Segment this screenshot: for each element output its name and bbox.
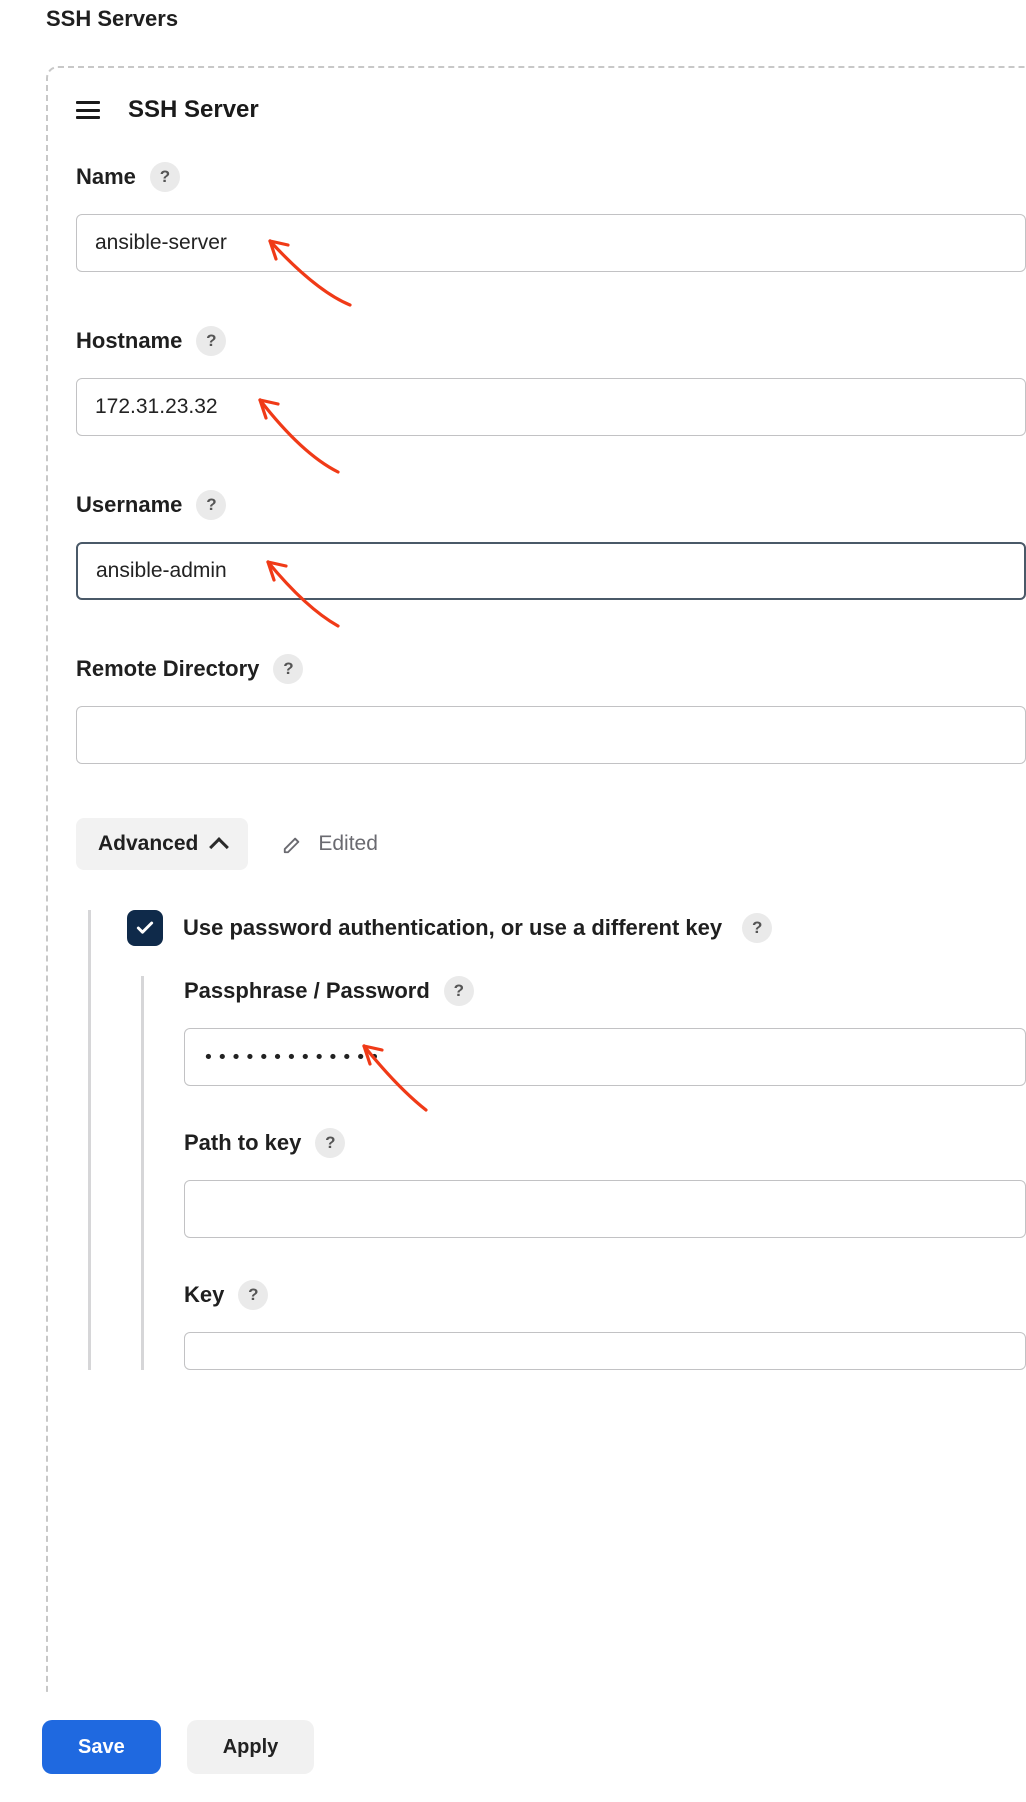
advanced-body: Use password authentication, or use a di… — [88, 910, 1026, 1370]
advanced-row: Advanced Edited — [76, 818, 1026, 870]
ssh-server-panel: SSH Server Name ? Hostname ? Username ? … — [46, 66, 1026, 1802]
name-input[interactable] — [76, 214, 1026, 272]
field-name: Name ? — [76, 162, 1026, 272]
field-hostname: Hostname ? — [76, 326, 1026, 436]
drag-handle-icon[interactable] — [76, 101, 100, 119]
section-title: SSH Servers — [0, 0, 1026, 32]
help-icon[interactable]: ? — [444, 976, 474, 1006]
username-label: Username — [76, 492, 182, 518]
use-password-auth-label: Use password authentication, or use a di… — [183, 915, 722, 941]
key-input[interactable] — [184, 1332, 1026, 1370]
remote-directory-input[interactable] — [76, 706, 1026, 764]
advanced-toggle-label: Advanced — [98, 832, 198, 856]
help-icon[interactable]: ? — [150, 162, 180, 192]
hostname-input[interactable] — [76, 378, 1026, 436]
edited-label: Edited — [318, 832, 378, 856]
field-passphrase: Passphrase / Password ? — [184, 976, 1026, 1086]
apply-button[interactable]: Apply — [187, 1720, 315, 1774]
use-password-auth-checkbox[interactable] — [127, 910, 163, 946]
help-icon[interactable]: ? — [238, 1280, 268, 1310]
save-button[interactable]: Save — [42, 1720, 161, 1774]
field-key: Key ? — [184, 1280, 1026, 1370]
name-label: Name — [76, 164, 136, 190]
field-remote-directory: Remote Directory ? — [76, 654, 1026, 764]
footer-bar: Save Apply — [0, 1692, 1026, 1802]
ssh-server-title: SSH Server — [128, 96, 259, 124]
help-icon[interactable]: ? — [315, 1128, 345, 1158]
field-username: Username ? — [76, 490, 1026, 600]
help-icon[interactable]: ? — [196, 490, 226, 520]
path-to-key-input[interactable] — [184, 1180, 1026, 1238]
edited-indicator: Edited — [282, 832, 378, 856]
help-icon[interactable]: ? — [196, 326, 226, 356]
passphrase-input[interactable] — [184, 1028, 1026, 1086]
hostname-label: Hostname — [76, 328, 182, 354]
key-label: Key — [184, 1282, 224, 1308]
help-icon[interactable]: ? — [742, 913, 772, 943]
help-icon[interactable]: ? — [273, 654, 303, 684]
chevron-up-icon — [209, 837, 229, 857]
username-input[interactable] — [76, 542, 1026, 600]
use-password-auth-row: Use password authentication, or use a di… — [127, 910, 1026, 946]
field-path-to-key: Path to key ? — [184, 1128, 1026, 1238]
path-to-key-label: Path to key — [184, 1130, 301, 1156]
pencil-icon — [282, 833, 304, 855]
passphrase-label: Passphrase / Password — [184, 978, 430, 1004]
remote-directory-label: Remote Directory — [76, 656, 259, 682]
advanced-toggle-button[interactable]: Advanced — [76, 818, 248, 870]
server-header: SSH Server — [76, 96, 1026, 124]
auth-nested-body: Passphrase / Password ? Path to key ? Ke… — [141, 976, 1026, 1370]
